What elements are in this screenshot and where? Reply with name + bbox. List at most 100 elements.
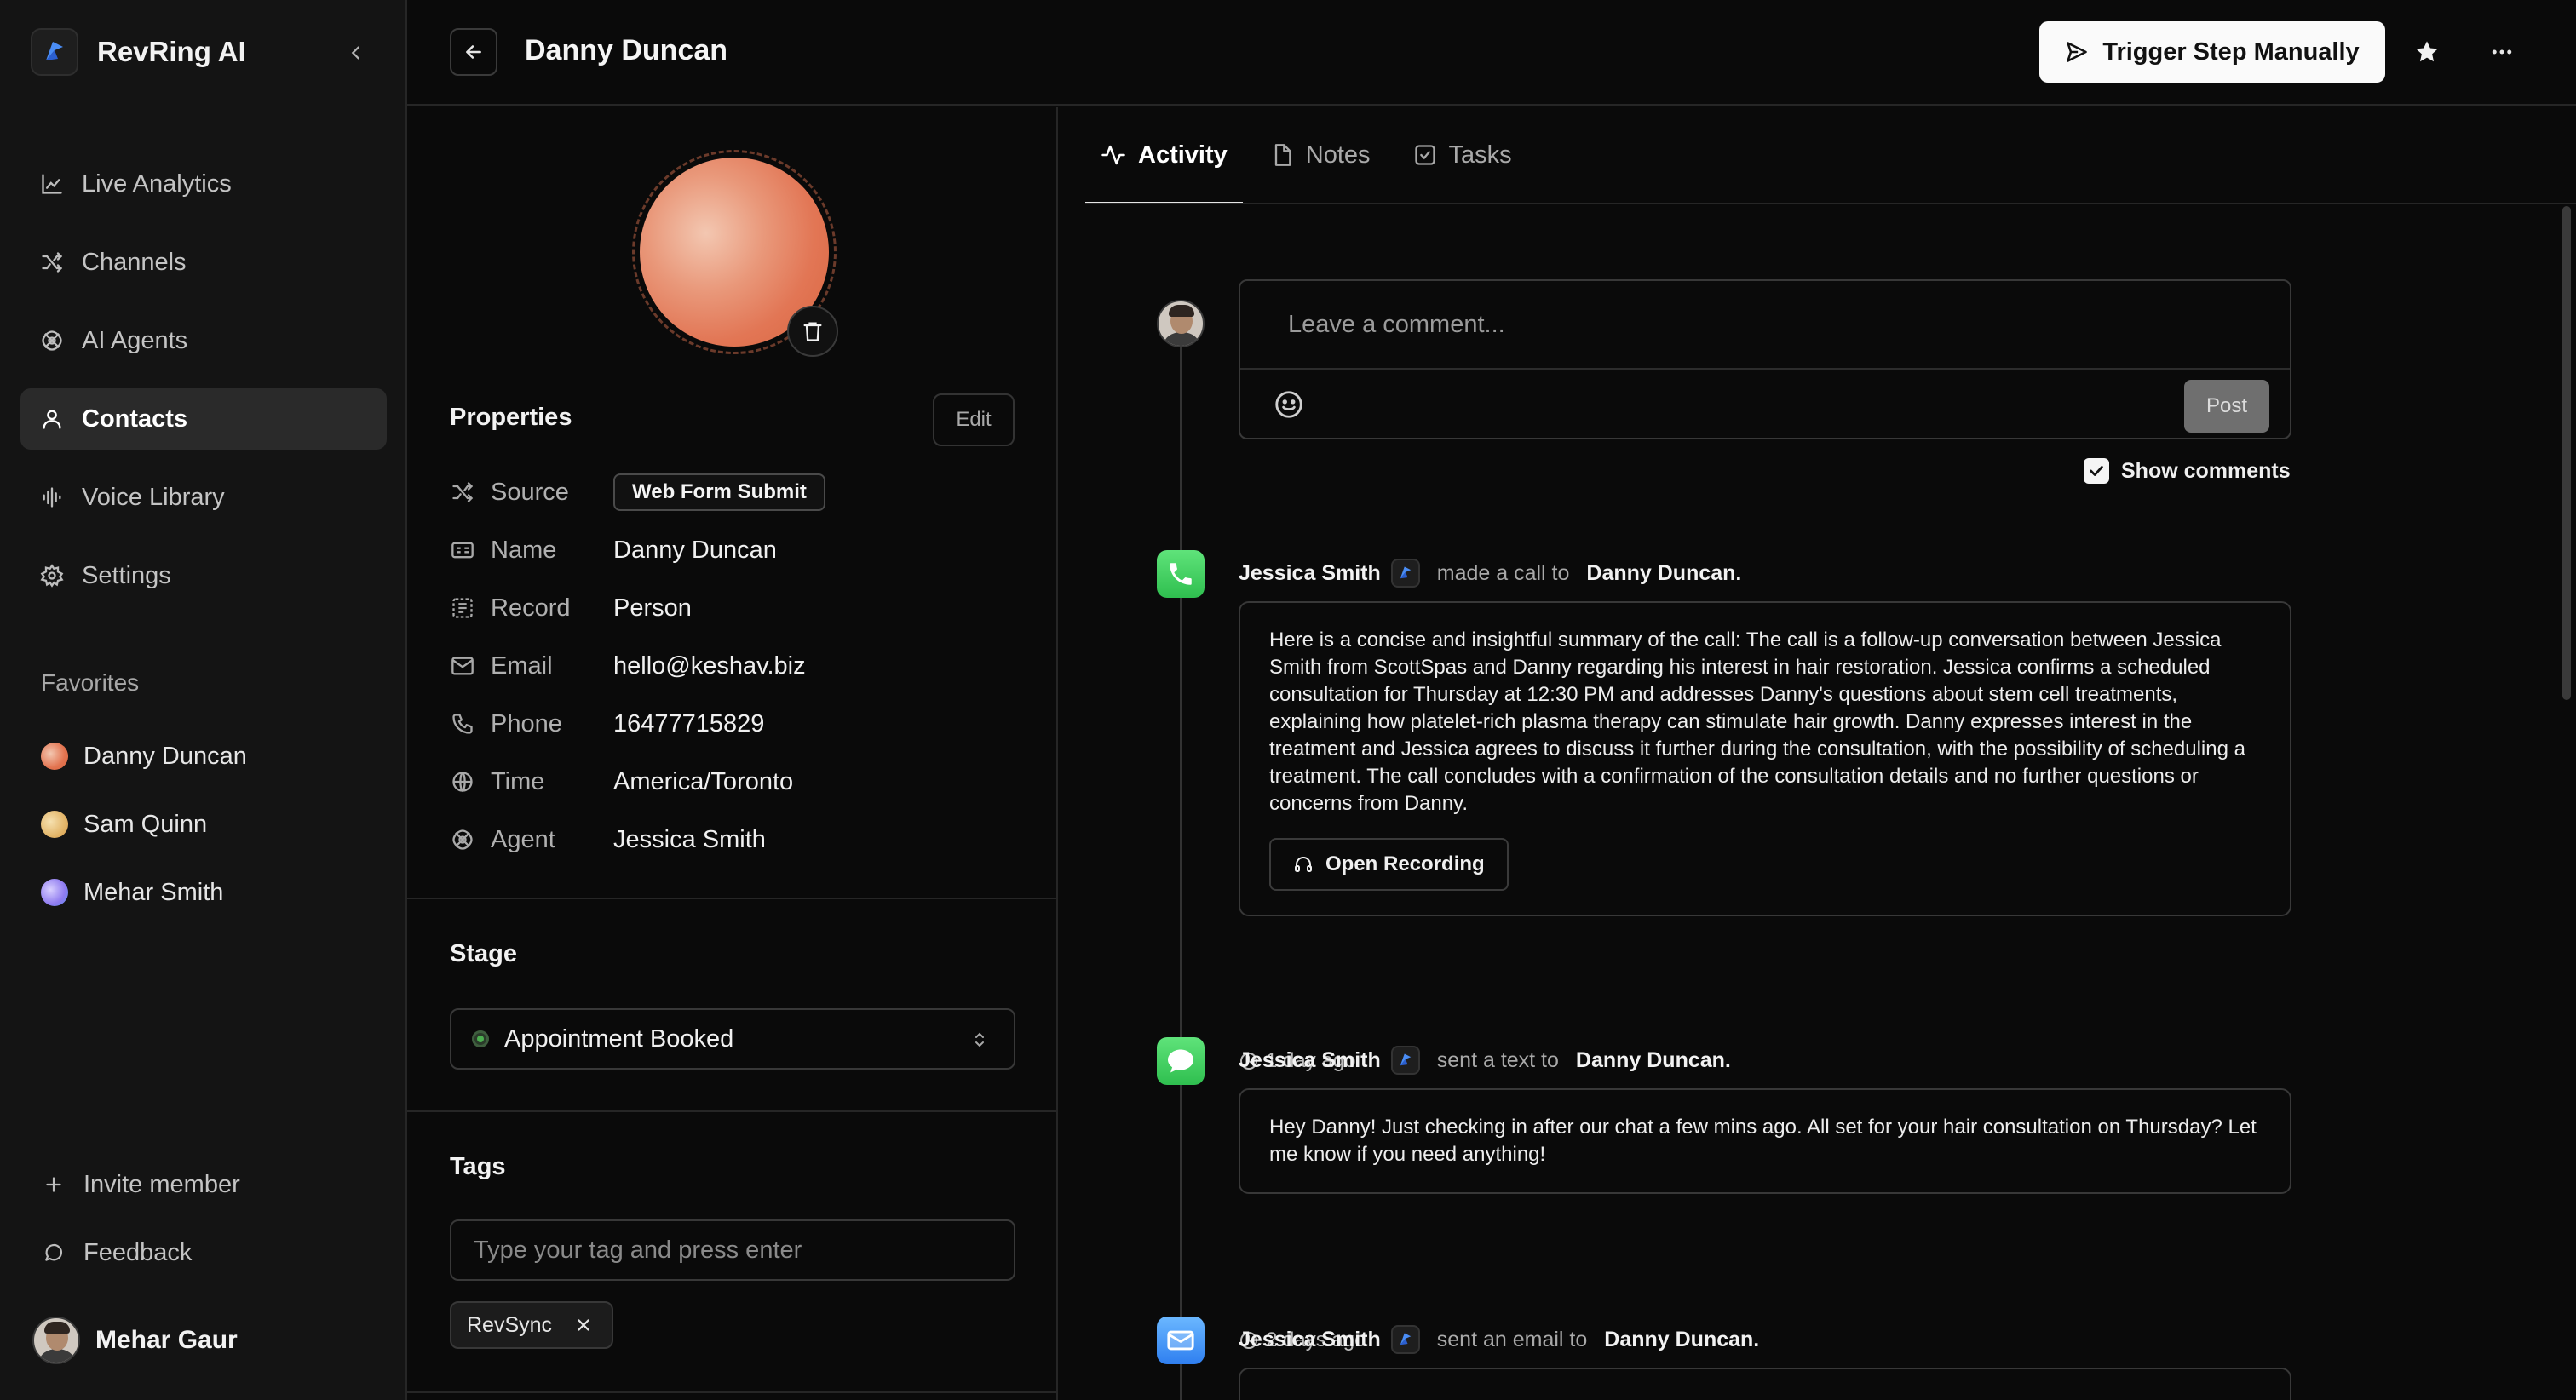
divider [407, 1391, 1058, 1393]
agent-icon [39, 328, 65, 353]
edit-properties-button[interactable]: Edit [933, 393, 1015, 446]
page-title: Danny Duncan [525, 34, 728, 66]
collapse-sidebar-button[interactable] [339, 36, 373, 70]
revring-logo-icon [1390, 559, 1420, 588]
agent-icon [450, 827, 475, 852]
activity-panel: Activity Notes Tasks Post Show comments … [1060, 107, 2576, 1400]
event-target[interactable]: Danny Duncan. [1586, 561, 1741, 586]
more-horizontal-icon [2492, 49, 2512, 55]
checkbox-checked-icon[interactable] [2084, 458, 2109, 484]
feedback-button[interactable]: Feedback [41, 1231, 240, 1274]
property-row-time: Time America/Toronto [450, 753, 1029, 811]
event-target[interactable]: Danny Duncan. [1576, 1048, 1731, 1073]
property-row-agent: Agent Jessica Smith [450, 811, 1029, 869]
open-recording-label: Open Recording [1325, 852, 1485, 875]
properties-title: Properties [450, 404, 572, 431]
trigger-step-manually-button[interactable]: Trigger Step Manually [2039, 21, 2385, 83]
phone-call-icon [1157, 550, 1205, 598]
tag-input[interactable] [450, 1219, 1015, 1281]
property-value[interactable]: America/Toronto [613, 768, 793, 796]
property-label: Phone [491, 709, 562, 737]
tab-notes[interactable]: Notes [1255, 107, 1386, 203]
remove-tag-button[interactable] [574, 1316, 593, 1334]
property-value[interactable]: Jessica Smith [613, 826, 766, 854]
favorite-name: Sam Quinn [83, 810, 208, 838]
more-options-button[interactable] [2482, 32, 2521, 72]
nav-item-settings[interactable]: Settings [20, 545, 387, 606]
property-row-phone: Phone 16477715829 [450, 695, 1029, 753]
emoji-button[interactable] [1271, 387, 1307, 422]
event-target[interactable]: Danny Duncan. [1604, 1328, 1759, 1352]
property-row-email: Email hello@keshav.biz [450, 637, 1029, 695]
delete-photo-button[interactable] [787, 306, 838, 357]
invite-label: Invite member [83, 1170, 240, 1198]
shuffle-icon [39, 250, 65, 275]
close-icon [578, 1319, 589, 1331]
message-circle-icon [41, 1240, 66, 1265]
arrow-left-icon [466, 45, 481, 59]
property-row-name: Name Danny Duncan [450, 521, 1029, 579]
current-user[interactable]: Mehar Gaur [32, 1315, 238, 1366]
property-value[interactable]: hello@keshav.biz [613, 652, 806, 680]
brand[interactable]: RevRing AI [31, 27, 246, 77]
event-actor[interactable]: Jessica Smith [1239, 1328, 1381, 1352]
divider [407, 1110, 1058, 1112]
event-actor[interactable]: Jessica Smith [1239, 561, 1381, 586]
avatar [41, 743, 68, 770]
property-label: Agent [491, 825, 555, 853]
tab-tasks[interactable]: Tasks [1398, 107, 1527, 203]
favorite-item-sam-quinn[interactable]: Sam Quinn [41, 802, 247, 846]
mail-icon [1157, 1317, 1205, 1364]
email-card [1239, 1368, 2291, 1400]
favorite-star-button[interactable] [2407, 32, 2447, 72]
event-actor[interactable]: Jessica Smith [1239, 1048, 1381, 1073]
nav-item-live-analytics[interactable]: Live Analytics [20, 153, 387, 215]
avatar [1157, 300, 1205, 347]
waveform-icon [39, 485, 65, 510]
record-icon [450, 595, 475, 621]
avatar [32, 1317, 80, 1364]
divider [1085, 203, 2576, 204]
favorite-name: Mehar Smith [83, 878, 224, 906]
property-label: Name [491, 536, 557, 564]
nav-item-contacts[interactable]: Contacts [20, 388, 387, 450]
property-label: Source [491, 478, 569, 506]
property-label: Record [491, 594, 571, 622]
tab-activity[interactable]: Activity [1085, 107, 1243, 204]
properties-list: Source Web Form Submit Name Danny Duncan… [450, 463, 1029, 869]
event-header: Jessica Smith made a call to Danny Dunca… [1239, 559, 1741, 588]
gear-icon [39, 563, 65, 588]
sidebar-nav: Live Analytics Channels AI Agents Contac… [20, 153, 387, 623]
property-value[interactable]: Person [613, 594, 692, 623]
trash-icon [803, 322, 822, 341]
show-comments-toggle[interactable]: Show comments [2084, 458, 2291, 484]
nav-label: Settings [82, 561, 171, 589]
nav-item-channels[interactable]: Channels [20, 232, 387, 293]
favorites-list: Danny Duncan Sam Quinn Mehar Smith [41, 734, 247, 938]
nav-label: Live Analytics [82, 169, 232, 198]
comment-input[interactable] [1240, 281, 2290, 370]
tag-label: RevSync [467, 1312, 553, 1337]
nav-item-ai-agents[interactable]: AI Agents [20, 310, 387, 371]
property-value[interactable]: Danny Duncan [613, 536, 777, 565]
event-verb: sent an email to [1436, 1327, 1588, 1351]
mail-icon [450, 653, 475, 679]
favorite-item-mehar-smith[interactable]: Mehar Smith [41, 870, 247, 915]
favorite-item-danny-duncan[interactable]: Danny Duncan [41, 734, 247, 778]
nav-item-voice-library[interactable]: Voice Library [20, 467, 387, 528]
user-icon [39, 406, 65, 432]
property-value[interactable]: 16477715829 [613, 710, 764, 738]
invite-member-button[interactable]: Invite member [41, 1163, 240, 1206]
post-button[interactable]: Post [2184, 380, 2269, 433]
nav-label: Contacts [82, 405, 188, 433]
sidebar: RevRing AI Live Analytics Channels AI Ag… [0, 0, 407, 1400]
scrollbar[interactable] [2562, 206, 2571, 700]
sidebar-footer: Invite member Feedback [41, 1163, 240, 1300]
open-recording-button[interactable]: Open Recording [1269, 838, 1509, 891]
favorites-title: Favorites [41, 669, 140, 696]
trigger-label: Trigger Step Manually [2102, 37, 2360, 66]
show-comments-label: Show comments [2121, 458, 2291, 483]
back-button[interactable] [450, 28, 497, 76]
file-icon [1270, 143, 1294, 167]
stage-select[interactable]: Appointment Booked [450, 1008, 1015, 1070]
